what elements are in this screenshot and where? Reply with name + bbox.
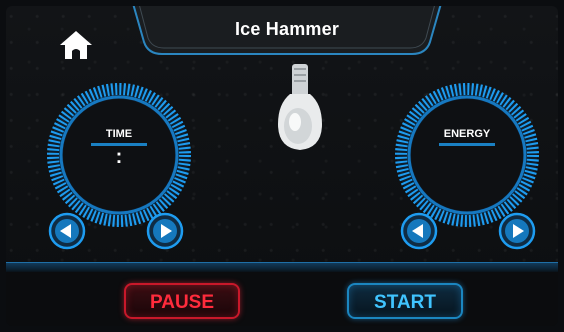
control-panel [6,272,558,326]
time-increase-button[interactable] [146,212,184,250]
right-arrow-icon [498,212,536,250]
time-decrease-button[interactable] [48,212,86,250]
left-arrow-icon [48,212,86,250]
start-button[interactable]: START [347,283,463,319]
device-screen: Ice Hammer TIME : ENERGY PAUSE START [6,6,558,326]
energy-increase-button[interactable] [498,212,536,250]
home-icon [60,31,92,59]
energy-dial-ring [395,83,539,227]
pause-button[interactable]: PAUSE [124,283,240,319]
title-bar: Ice Hammer [128,6,446,64]
home-button[interactable] [58,28,94,62]
time-value: : [115,146,123,168]
handpiece-image [268,64,334,160]
energy-label: ENERGY [443,128,491,140]
right-arrow-icon [146,212,184,250]
page-title: Ice Hammer [234,19,340,39]
energy-dial: ENERGY [392,80,542,230]
energy-decrease-button[interactable] [400,212,438,250]
time-label: TIME [105,128,133,140]
time-dial: TIME : [44,80,194,230]
left-arrow-icon [400,212,438,250]
